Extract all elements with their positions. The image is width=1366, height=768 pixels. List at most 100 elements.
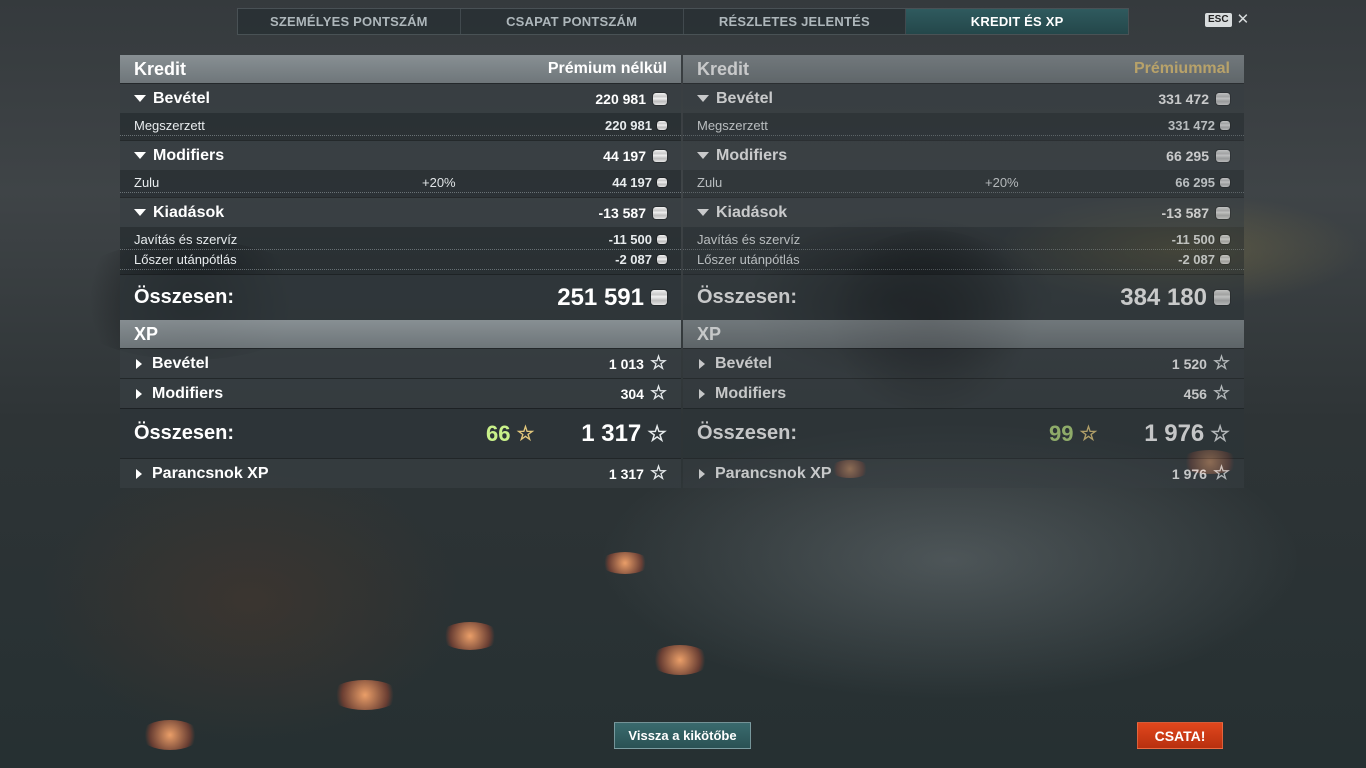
premium-mode-label: Prémiummal bbox=[1133, 60, 1230, 77]
credit-income-row[interactable]: Bevétel 220 981 bbox=[120, 83, 681, 113]
collapse-arrow-icon[interactable] bbox=[134, 152, 146, 159]
list-item: Megszerzett 220 981 bbox=[120, 116, 681, 136]
xp-star-icon: ☆ bbox=[1212, 352, 1230, 374]
credit-total-value: 251 591 bbox=[557, 283, 644, 311]
xp-income-value: 1 013 bbox=[608, 355, 644, 372]
flag-value: 44 197 bbox=[612, 175, 652, 190]
commander-xp-row[interactable]: Parancsnok XP 1 317 ☆ bbox=[120, 458, 681, 488]
credit-expenses-row[interactable]: Kiadások -13 587 bbox=[683, 197, 1244, 227]
xp-modifiers-label: Modifiers bbox=[152, 384, 224, 402]
xp-modifiers-label: Modifiers bbox=[715, 384, 787, 402]
credit-total-row: Összesen: 251 591 bbox=[120, 274, 681, 320]
commander-xp-label: Parancsnok XP bbox=[715, 464, 832, 482]
credit-modifiers-row[interactable]: Modifiers 66 295 bbox=[683, 140, 1244, 170]
expand-arrow-icon[interactable] bbox=[136, 468, 142, 479]
expand-arrow-icon[interactable] bbox=[699, 388, 705, 399]
xp-modifiers-value: 304 bbox=[620, 385, 644, 402]
fire-glow bbox=[330, 680, 400, 710]
total-label: Összesen: bbox=[134, 422, 235, 444]
close-button[interactable]: ESC ✕ bbox=[1205, 12, 1250, 27]
ammo-value: -2 087 bbox=[615, 252, 652, 267]
collapse-arrow-icon[interactable] bbox=[697, 209, 709, 216]
credit-income-row[interactable]: Bevétel 331 472 bbox=[683, 83, 1244, 113]
tab-personal-score[interactable]: SZEMÉLYES PONTSZÁM bbox=[238, 9, 461, 34]
free-xp-star-icon: ☆ bbox=[1079, 422, 1098, 445]
credit-coin-icon bbox=[1220, 235, 1230, 244]
collapse-arrow-icon[interactable] bbox=[134, 95, 146, 102]
tab-team-score[interactable]: CSAPAT PONTSZÁM bbox=[461, 9, 684, 34]
expand-arrow-icon[interactable] bbox=[699, 358, 705, 369]
flag-value: 66 295 bbox=[1175, 175, 1215, 190]
expand-arrow-icon[interactable] bbox=[136, 358, 142, 369]
xp-bonus-value: 66 bbox=[486, 420, 511, 446]
panel-without-premium: Kredit Prémium nélkül Bevétel 220 981 Me… bbox=[120, 55, 681, 488]
earned-value: 220 981 bbox=[605, 118, 652, 133]
tab-detailed-report[interactable]: RÉSZLETES JELENTÉS bbox=[684, 9, 907, 34]
xp-title: XP bbox=[697, 323, 722, 344]
expand-arrow-icon[interactable] bbox=[699, 468, 705, 479]
credit-coin-icon bbox=[657, 178, 667, 187]
modifiers-details: Zulu +20% 66 295 bbox=[683, 170, 1244, 197]
panel-with-premium: Kredit Prémiummal Bevétel 331 472 Megsze… bbox=[683, 55, 1244, 488]
xp-title: XP bbox=[134, 323, 159, 344]
earned-label: Megszerzett bbox=[697, 118, 768, 133]
earned-label: Megszerzett bbox=[134, 118, 205, 133]
credit-coin-icon bbox=[1216, 206, 1230, 219]
xp-income-row[interactable]: Bevétel 1 520 ☆ bbox=[683, 348, 1244, 378]
flag-label: Zulu bbox=[134, 175, 160, 190]
list-item: Javítás és szervíz -11 500 bbox=[683, 230, 1244, 250]
premium-mode-label: Prémium nélkül bbox=[547, 60, 667, 77]
xp-income-value: 1 520 bbox=[1171, 355, 1207, 372]
commander-xp-value: 1 976 bbox=[1171, 465, 1207, 482]
expenses-label: Kiadások bbox=[716, 203, 788, 221]
credit-coin-icon bbox=[651, 290, 667, 305]
result-tabs: SZEMÉLYES PONTSZÁM CSAPAT PONTSZÁM RÉSZL… bbox=[237, 8, 1129, 35]
fire-glow bbox=[140, 720, 200, 750]
xp-star-icon: ☆ bbox=[649, 352, 667, 374]
credit-coin-icon bbox=[1214, 290, 1230, 305]
battle-button[interactable]: CSATA! bbox=[1137, 722, 1223, 749]
credit-header: Kredit Prémiummal bbox=[683, 55, 1244, 83]
credit-expenses-row[interactable]: Kiadások -13 587 bbox=[120, 197, 681, 227]
free-xp-star-icon: ☆ bbox=[516, 422, 535, 445]
income-label: Bevétel bbox=[153, 89, 210, 107]
modifiers-details: Zulu +20% 44 197 bbox=[120, 170, 681, 197]
xp-modifiers-row[interactable]: Modifiers 456 ☆ bbox=[683, 378, 1244, 408]
collapse-arrow-icon[interactable] bbox=[697, 95, 709, 102]
xp-modifiers-row[interactable]: Modifiers 304 ☆ bbox=[120, 378, 681, 408]
expand-arrow-icon[interactable] bbox=[136, 388, 142, 399]
fire-glow bbox=[440, 622, 500, 650]
total-label: Összesen: bbox=[134, 286, 235, 308]
total-label: Összesen: bbox=[697, 422, 798, 444]
collapse-arrow-icon[interactable] bbox=[134, 209, 146, 216]
credit-coin-icon bbox=[657, 235, 667, 244]
esc-key-hint: ESC bbox=[1205, 13, 1232, 27]
credit-modifiers-row[interactable]: Modifiers 44 197 bbox=[120, 140, 681, 170]
xp-total-value: 1 317 bbox=[581, 419, 642, 447]
xp-total-row: Összesen: 66 ☆ 1 317 ☆ bbox=[120, 408, 681, 458]
ammo-label: Lőszer utánpótlás bbox=[134, 252, 237, 267]
list-item: Lőszer utánpótlás -2 087 bbox=[683, 250, 1244, 270]
modifiers-value: 44 197 bbox=[603, 147, 646, 164]
xp-star-icon: ☆ bbox=[1212, 382, 1230, 404]
xp-total-row: Összesen: 99 ☆ 1 976 ☆ bbox=[683, 408, 1244, 458]
xp-header: XP bbox=[683, 320, 1244, 348]
collapse-arrow-icon[interactable] bbox=[697, 152, 709, 159]
credit-coin-icon bbox=[1216, 92, 1230, 105]
credit-coin-icon bbox=[1216, 149, 1230, 162]
modifiers-label: Modifiers bbox=[153, 146, 225, 164]
commander-xp-row[interactable]: Parancsnok XP 1 976 ☆ bbox=[683, 458, 1244, 488]
income-value: 220 981 bbox=[595, 90, 646, 107]
xp-income-row[interactable]: Bevétel 1 013 ☆ bbox=[120, 348, 681, 378]
tab-credits-xp[interactable]: KREDIT ÉS XP bbox=[906, 9, 1128, 34]
xp-bonus-value: 99 bbox=[1049, 420, 1074, 446]
repair-label: Javítás és szervíz bbox=[697, 232, 801, 247]
list-item: Megszerzett 331 472 bbox=[683, 116, 1244, 136]
list-item: Javítás és szervíz -11 500 bbox=[120, 230, 681, 250]
expenses-value: -13 587 bbox=[598, 204, 646, 221]
close-icon[interactable]: ✕ bbox=[1237, 12, 1250, 27]
income-details: Megszerzett 220 981 bbox=[120, 113, 681, 140]
fire-glow bbox=[600, 552, 650, 574]
back-to-port-button[interactable]: Vissza a kikötőbe bbox=[614, 722, 751, 749]
credit-title: Kredit bbox=[134, 58, 187, 79]
